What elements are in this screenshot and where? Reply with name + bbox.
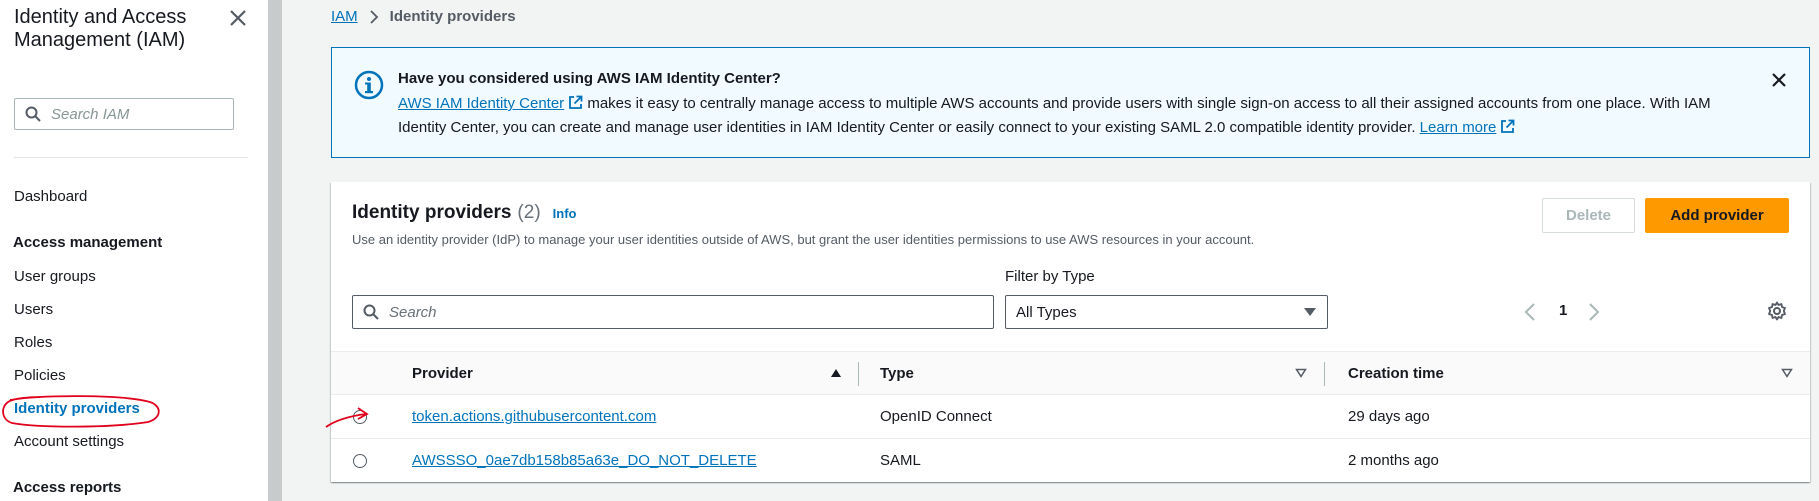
sidebar-section-access-reports[interactable]: Access reports — [13, 479, 121, 496]
provider-search[interactable] — [352, 295, 994, 329]
search-input[interactable] — [389, 301, 979, 323]
sidebar-item-roles[interactable]: Roles — [14, 334, 52, 351]
pagination: 1 — [1521, 300, 1671, 324]
caret-down-icon — [1304, 308, 1316, 316]
red-circle-annotation — [2, 395, 160, 428]
panel-description: Use an identity provider (IdP) to manage… — [352, 232, 1255, 247]
delete-button[interactable]: Delete — [1542, 198, 1635, 233]
sidebar-search-input[interactable] — [51, 103, 227, 125]
chevron-right-icon[interactable] — [1583, 302, 1603, 322]
creation-time: 2 months ago — [1348, 452, 1439, 469]
external-link-icon[interactable] — [568, 95, 583, 110]
info-banner: Have you considered using AWS IAM Identi… — [331, 47, 1810, 158]
provider-count: (2) — [517, 202, 541, 223]
column-resizer[interactable] — [858, 362, 859, 386]
type-filter-value: All Types — [1016, 304, 1077, 321]
identity-providers-panel: Identity providers (2) Info Use an ident… — [331, 182, 1810, 482]
provider-type: OpenID Connect — [880, 408, 992, 425]
info-icon — [354, 70, 384, 100]
info-link[interactable]: Info — [553, 206, 577, 221]
red-arrow-annotation — [325, 407, 369, 428]
sort-ascending-icon[interactable] — [830, 368, 842, 378]
table-row[interactable]: AWSSSO_0ae7db158b85a63e_DO_NOT_DELETE SA… — [331, 439, 1810, 483]
chevron-right-icon — [370, 9, 378, 24]
provider-link[interactable]: token.actions.githubusercontent.com — [412, 408, 656, 425]
banner-body: AWS IAM Identity Center makes it easy to… — [398, 92, 1758, 140]
learn-more-link[interactable]: Learn more — [1420, 119, 1497, 136]
breadcrumb-iam-link[interactable]: IAM — [331, 8, 358, 25]
close-icon[interactable] — [226, 6, 250, 30]
sidebar-item-users[interactable]: Users — [14, 301, 53, 318]
sidebar-item-dashboard[interactable]: Dashboard — [14, 188, 87, 205]
provider-type: SAML — [880, 452, 921, 469]
add-provider-button[interactable]: Add provider — [1645, 198, 1789, 233]
sidebar-item-policies[interactable]: Policies — [14, 367, 66, 384]
provider-link[interactable]: AWSSSO_0ae7db158b85a63e_DO_NOT_DELETE — [412, 452, 757, 469]
identity-center-link[interactable]: AWS IAM Identity Center — [398, 95, 564, 112]
sidebar-section-access-management[interactable]: Access management — [13, 234, 162, 251]
banner-title: Have you considered using AWS IAM Identi… — [398, 70, 781, 87]
external-link-icon[interactable] — [1500, 119, 1515, 134]
type-filter-select[interactable]: All Types — [1005, 295, 1328, 329]
column-header-type[interactable]: Type — [880, 365, 914, 382]
sort-icon[interactable] — [1781, 368, 1793, 378]
search-icon — [363, 304, 379, 320]
gear-icon[interactable] — [1767, 301, 1787, 321]
breadcrumb: IAM Identity providers — [331, 8, 516, 25]
sort-icon[interactable] — [1295, 368, 1307, 378]
panel-title-text: Identity providers — [352, 202, 512, 223]
panel-title: Identity providers (2) Info — [352, 202, 576, 224]
table-row[interactable]: token.actions.githubusercontent.com Open… — [331, 395, 1810, 439]
sidebar-title: Identity and Access Management (IAM) — [14, 6, 187, 51]
sidebar-divider — [14, 157, 248, 158]
breadcrumb-current: Identity providers — [389, 8, 516, 25]
sidebar-item-user-groups[interactable]: User groups — [14, 268, 96, 285]
sidebar-scrollbar[interactable] — [268, 0, 282, 501]
chevron-left-icon[interactable] — [1521, 302, 1541, 322]
creation-time: 29 days ago — [1348, 408, 1430, 425]
table-header: Provider Type Creation time — [331, 351, 1810, 395]
row-select-radio[interactable] — [353, 454, 367, 468]
column-header-creation-time[interactable]: Creation time — [1348, 365, 1444, 382]
search-icon — [25, 106, 41, 122]
page-number[interactable]: 1 — [1559, 302, 1567, 319]
side-navigation: Identity and Access Management (IAM) Das… — [0, 0, 268, 501]
close-icon[interactable] — [1767, 68, 1791, 92]
sidebar-search[interactable] — [14, 98, 234, 130]
column-resizer[interactable] — [1324, 362, 1325, 386]
column-header-provider[interactable]: Provider — [412, 365, 473, 382]
filter-by-type-label: Filter by Type — [1005, 268, 1095, 285]
sidebar-item-account-settings[interactable]: Account settings — [14, 433, 124, 450]
